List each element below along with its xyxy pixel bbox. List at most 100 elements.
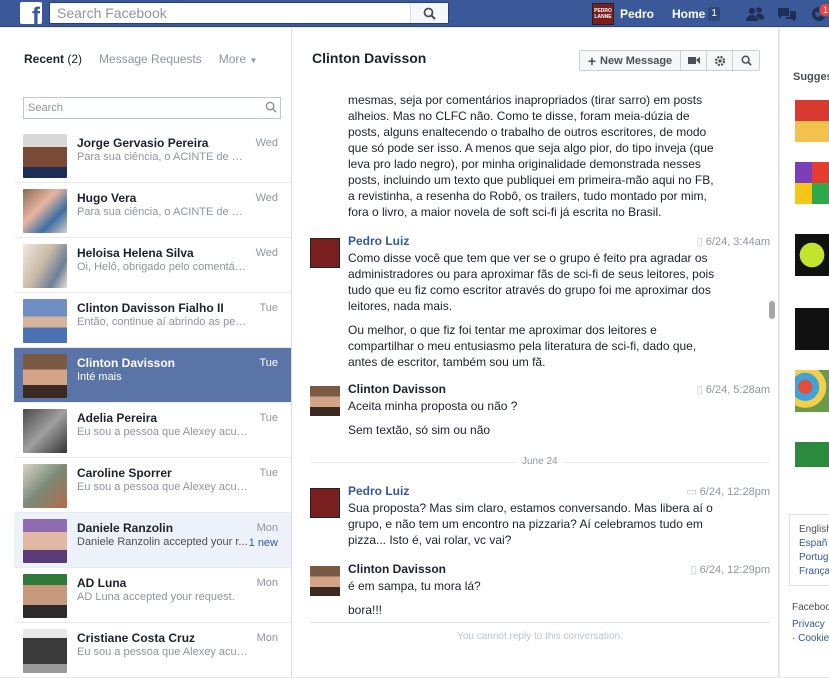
message-line: antes de escritor, também sou um fã. <box>348 355 546 369</box>
tab-message-requests[interactable]: Message Requests <box>99 52 202 90</box>
thread-item-selected[interactable]: Clinton Davisson Inté mais Tue <box>14 348 291 403</box>
search-icon <box>423 7 436 20</box>
footer-privacy-link[interactable]: Privacy <box>792 619 825 630</box>
video-call-button[interactable] <box>681 51 707 70</box>
language-option[interactable]: Españ <box>799 537 829 551</box>
thread-item[interactable]: AD Luna AD Luna accepted your request. M… <box>14 568 291 623</box>
thread-item[interactable]: Hugo Vera Para sua ciência, o ACINTE de … <box>14 183 291 238</box>
message-text: Sua proposta? Mas sim claro, estamos con… <box>348 500 728 548</box>
thread-avatar <box>23 134 67 178</box>
global-search <box>49 2 449 24</box>
notifications-button[interactable]: 1 <box>808 2 829 24</box>
video-camera-icon <box>687 57 700 64</box>
global-search-input[interactable] <box>50 3 410 23</box>
tab-recent-label: Recent <box>24 52 65 66</box>
current-language: English <box>799 524 829 535</box>
thread-name: Caroline Sporrer <box>77 466 172 480</box>
message-line: a revistinha, a resenha do Robô, os trai… <box>348 189 707 203</box>
language-option[interactable]: Portug <box>799 551 829 565</box>
new-message-button[interactable]: + New Message <box>580 51 681 70</box>
thread-time: Wed <box>255 247 278 259</box>
thread-name: Cristiane Costa Cruz <box>77 631 196 645</box>
thread-time: Tue <box>259 302 278 314</box>
thread-search-input[interactable] <box>24 98 254 118</box>
sender-avatar[interactable] <box>310 386 340 416</box>
message-text: Aceita minha proposta ou não ? <box>348 399 518 413</box>
sender-avatar[interactable] <box>310 238 340 268</box>
sender-avatar[interactable] <box>310 566 340 596</box>
phone-icon: ▯ <box>690 564 697 576</box>
facebook-logo[interactable]: f <box>20 2 42 24</box>
message-author[interactable]: Clinton Davisson <box>348 382 446 396</box>
message-list: mesmas, seja por comentários inapropriad… <box>292 86 771 618</box>
message-line: mesmas, seja por comentários inapropriad… <box>348 93 703 107</box>
thread-item[interactable]: Heloisa Helena Silva Oi, Helô, obrigado … <box>14 238 291 293</box>
suggested-page-thumb[interactable] <box>795 234 829 276</box>
message-line: Sua proposta? Mas sim claro, estamos con… <box>348 501 713 515</box>
thread-filter-tabs: Recent (2) Message Requests More ▼ <box>0 28 291 90</box>
message-author[interactable]: Pedro Luiz <box>348 234 409 248</box>
message-author[interactable]: Pedro Luiz <box>348 484 409 498</box>
search-conversation-button[interactable] <box>733 51 759 70</box>
messages-button[interactable] <box>776 4 798 24</box>
suggested-heading: Sugges <box>793 71 829 83</box>
thread-name: Adelia Pereira <box>77 411 158 425</box>
message-line: alheios. Mas no CLFC não. Como te disse,… <box>348 109 690 123</box>
home-label: Home <box>672 6 706 21</box>
message-text: Como disse você que tem que ver se o gru… <box>348 250 728 314</box>
thread-snippet: Para sua ciência, o ACINTE de Cl... <box>77 151 249 163</box>
suggested-page-thumb[interactable] <box>795 162 829 204</box>
thread-snippet: Então, continue aí abrindo as pern... <box>77 316 249 328</box>
thread-snippet: Eu sou a pessoa que Alexey acus... <box>77 646 249 658</box>
thread-snippet: Eu sou a pessoa que Alexey acus... <box>77 426 249 438</box>
language-selector: English Españ Portug França <box>789 514 829 586</box>
suggested-page-thumb[interactable] <box>795 442 829 484</box>
phone-icon: ▯ <box>696 384 703 396</box>
thread-item[interactable]: Caroline Sporrer Eu sou a pessoa que Ale… <box>14 458 291 513</box>
tab-recent[interactable]: Recent (2) <box>24 52 82 90</box>
user-avatar: PEDRO LANNE <box>592 2 614 25</box>
thread-item[interactable]: Clinton Davisson Fialho II Então, contin… <box>14 293 291 348</box>
message-group: Pedro Luiz ▭ 6/24, 12:28pm Sua proposta?… <box>310 484 770 548</box>
message-line: compartilhar o meu entusiasmo pela liter… <box>348 339 697 353</box>
search-icon <box>265 101 277 113</box>
tab-recent-count: (2) <box>67 52 83 66</box>
thread-item[interactable]: Cristiane Costa Cruz Eu sou a pessoa que… <box>14 623 291 678</box>
thread-name: AD Luna <box>77 576 127 590</box>
thread-item[interactable]: Adelia Pereira Eu sou a pessoa que Alexe… <box>14 403 291 458</box>
thread-item-unread[interactable]: Daniele Ranzolin Daniele Ranzolin accept… <box>14 513 291 568</box>
message-line: administradores ou para aproximar fãs de… <box>348 267 715 281</box>
message-line: posts, alguns enaltecendo o trabalho de … <box>348 125 707 139</box>
reply-disabled-notice: You cannot reply to this conversation. <box>310 622 770 642</box>
thread-avatar <box>23 464 67 508</box>
friend-requests-button[interactable] <box>744 4 766 24</box>
thread-time: Mon <box>256 522 278 534</box>
message-text: é em sampa, tu mora lá? <box>348 579 481 593</box>
thread-item[interactable]: Jorge Gervasio Pereira Para sua ciência,… <box>14 128 291 183</box>
search-button[interactable] <box>410 3 448 23</box>
thread-new-count: 1 new <box>248 537 278 549</box>
thread-time: Tue <box>259 357 278 369</box>
thread-avatar <box>23 244 67 288</box>
sender-avatar[interactable] <box>310 488 340 518</box>
footer-cookies-link[interactable]: · Cookie <box>792 633 829 644</box>
suggested-page-thumb[interactable] <box>795 370 829 412</box>
home-link[interactable]: Home 1 <box>666 0 720 27</box>
language-option[interactable]: França <box>799 565 829 579</box>
message-timestamp: ▯ 6/24, 12:29pm <box>691 563 770 576</box>
message-line: pizza... Isto é, vai rolar, vc vai? <box>348 533 512 547</box>
settings-button[interactable] <box>707 51 733 70</box>
suggested-page-thumb[interactable] <box>795 100 829 142</box>
chat-icon: ▭ <box>686 486 697 498</box>
thread-snippet: AD Luna accepted your request. <box>77 591 235 603</box>
message-author[interactable]: Clinton Davisson <box>348 562 446 576</box>
tab-more[interactable]: More ▼ <box>219 52 258 90</box>
thread-avatar <box>23 299 67 343</box>
thread-name: Hugo Vera <box>77 191 137 205</box>
profile-link[interactable]: PEDRO LANNE Pedro <box>592 0 654 27</box>
message-text: mesmas, seja por comentários inapropriad… <box>348 92 728 220</box>
suggested-page-thumb[interactable] <box>795 308 829 350</box>
message-line: leitores, nada mais. <box>348 299 453 313</box>
thread-time: Tue <box>259 412 278 424</box>
scrollbar-thumb[interactable] <box>769 301 775 319</box>
